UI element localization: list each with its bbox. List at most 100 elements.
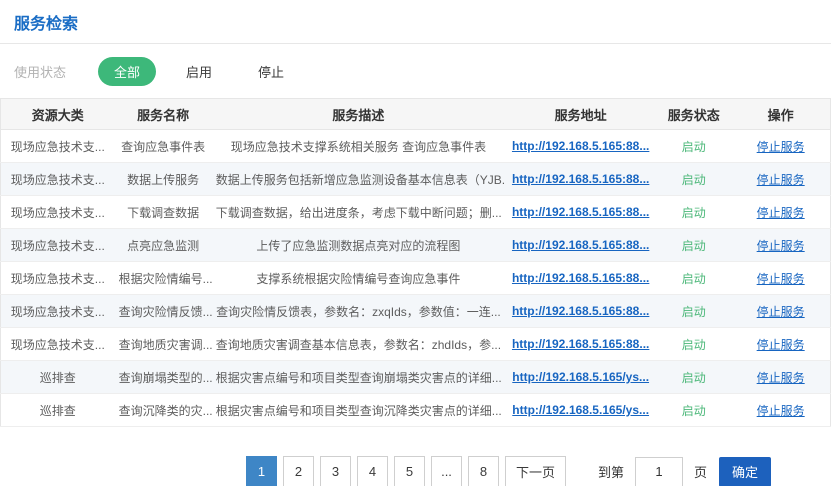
category-cell: 现场应急技术支... [1,196,115,229]
service-address-cell: http://192.168.5.165/ys... [505,394,656,427]
service-url-link[interactable]: http://192.168.5.165:88... [512,304,649,318]
category-cell: 巡排查 [1,394,115,427]
confirm-button[interactable]: 确定 [719,457,771,486]
stop-service-link[interactable]: 停止服务 [757,239,805,253]
service-address-cell: http://192.168.5.165:88... [505,295,656,328]
table-row: 巡排查查询崩塌类型的...根据灾害点编号和项目类型查询崩塌类灾害点的详细... h… [1,361,831,394]
filter-option-stopped[interactable]: 停止 [242,57,300,86]
name-cell: 下载调查数据 [115,196,212,229]
stop-service-link[interactable]: 停止服务 [757,272,805,286]
action-cell: 停止服务 [731,130,830,163]
description-cell: 查询灾险情反馈表，参数名：zxqIds，参数值：一连... [212,295,505,328]
page-header: 服务检索 [0,0,831,44]
column-header-name: 服务名称 [115,99,212,130]
description-cell: 现场应急技术支撑系统相关服务 查询应急事件表 [212,130,505,163]
jump-prefix-label: 到第 [598,462,624,481]
table-row: 现场应急技术支...查询灾险情反馈...查询灾险情反馈表，参数名：zxqIds，… [1,295,831,328]
status-cell: 启动 [656,163,731,196]
status-cell: 启动 [656,361,731,394]
service-address-cell: http://192.168.5.165:88... [505,163,656,196]
name-cell: 查询灾险情反馈... [115,295,212,328]
filter-option-all[interactable]: 全部 [98,57,156,86]
category-cell: 现场应急技术支... [1,262,115,295]
service-address-cell: http://192.168.5.165:88... [505,328,656,361]
name-cell: 查询崩塌类型的... [115,361,212,394]
service-address-cell: http://192.168.5.165:88... [505,229,656,262]
action-cell: 停止服务 [731,229,830,262]
description-cell: 查询地质灾害调查基本信息表，参数名：zhdIds，参... [212,328,505,361]
status-cell: 启动 [656,328,731,361]
page-button-3[interactable]: 3 [320,456,351,486]
service-url-link[interactable]: http://192.168.5.165/ys... [512,403,649,417]
status-cell: 启动 [656,196,731,229]
filter-bar: 使用状态 全部 启用 停止 [0,44,831,98]
stop-service-link[interactable]: 停止服务 [757,305,805,319]
service-address-cell: http://192.168.5.165:88... [505,196,656,229]
action-cell: 停止服务 [731,163,830,196]
column-header-category: 资源大类 [1,99,115,130]
category-cell: 现场应急技术支... [1,130,115,163]
service-url-link[interactable]: http://192.168.5.165:88... [512,139,649,153]
table-row: 现场应急技术支...数据上传服务数据上传服务包括新增应急监测设备基本信息表（YJ… [1,163,831,196]
action-cell: 停止服务 [731,262,830,295]
category-cell: 现场应急技术支... [1,229,115,262]
description-cell: 根据灾害点编号和项目类型查询崩塌类灾害点的详细... [212,361,505,394]
service-table: 资源大类 服务名称 服务描述 服务地址 服务状态 操作 现场应急技术支...查询… [0,98,831,427]
description-cell: 下载调查数据，给出进度条，考虑下载中断问题；删... [212,196,505,229]
service-url-link[interactable]: http://192.168.5.165/ys... [512,370,649,384]
page-title: 服务检索 [14,16,78,33]
description-cell: 上传了应急监测数据点亮对应的流程图 [212,229,505,262]
description-cell: 支撑系统根据灾险情编号查询应急事件 [212,262,505,295]
page-buttons: 12345...8 [246,456,505,486]
stop-service-link[interactable]: 停止服务 [757,173,805,187]
stop-service-link[interactable]: 停止服务 [757,404,805,418]
name-cell: 查询地质灾害调... [115,328,212,361]
name-cell: 查询沉降类的灾... [115,394,212,427]
service-url-link[interactable]: http://192.168.5.165:88... [512,337,649,351]
stop-service-link[interactable]: 停止服务 [757,338,805,352]
service-address-cell: http://192.168.5.165/ys... [505,361,656,394]
table-row: 现场应急技术支...点亮应急监测上传了应急监测数据点亮对应的流程图 http://… [1,229,831,262]
next-page-button[interactable]: 下一页 [505,456,566,486]
category-cell: 现场应急技术支... [1,163,115,196]
service-url-link[interactable]: http://192.168.5.165:88... [512,172,649,186]
action-cell: 停止服务 [731,196,830,229]
status-cell: 启动 [656,295,731,328]
service-url-link[interactable]: http://192.168.5.165:88... [512,238,649,252]
page-button-2[interactable]: 2 [283,456,314,486]
page-ellipsis[interactable]: ... [431,456,462,486]
table-row: 现场应急技术支...查询地质灾害调...查询地质灾害调查基本信息表，参数名：zh… [1,328,831,361]
stop-service-link[interactable]: 停止服务 [757,206,805,220]
table-row: 巡排查查询沉降类的灾...根据灾害点编号和项目类型查询沉降类灾害点的详细... h… [1,394,831,427]
page-button-1[interactable]: 1 [246,456,277,486]
page-jump-input[interactable] [635,457,683,486]
page-button-5[interactable]: 5 [394,456,425,486]
service-url-link[interactable]: http://192.168.5.165:88... [512,205,649,219]
name-cell: 查询应急事件表 [115,130,212,163]
service-url-link[interactable]: http://192.168.5.165:88... [512,271,649,285]
name-cell: 点亮应急监测 [115,229,212,262]
jump-suffix-label: 页 [694,462,707,481]
column-header-status: 服务状态 [656,99,731,130]
action-cell: 停止服务 [731,295,830,328]
name-cell: 数据上传服务 [115,163,212,196]
status-cell: 启动 [656,394,731,427]
table-header: 资源大类 服务名称 服务描述 服务地址 服务状态 操作 [1,99,831,130]
stop-service-link[interactable]: 停止服务 [757,140,805,154]
filter-option-enabled[interactable]: 启用 [170,57,228,86]
description-cell: 数据上传服务包括新增应急监测设备基本信息表（YJB... [212,163,505,196]
status-cell: 启动 [656,130,731,163]
page-button-8[interactable]: 8 [468,456,499,486]
category-cell: 巡排查 [1,361,115,394]
name-cell: 根据灾险情编号... [115,262,212,295]
column-header-description: 服务描述 [212,99,505,130]
column-header-address: 服务地址 [505,99,656,130]
description-cell: 根据灾害点编号和项目类型查询沉降类灾害点的详细... [212,394,505,427]
stop-service-link[interactable]: 停止服务 [757,371,805,385]
service-address-cell: http://192.168.5.165:88... [505,130,656,163]
page-button-4[interactable]: 4 [357,456,388,486]
action-cell: 停止服务 [731,328,830,361]
service-address-cell: http://192.168.5.165:88... [505,262,656,295]
table-row: 现场应急技术支...下载调查数据下载调查数据，给出进度条，考虑下载中断问题；删.… [1,196,831,229]
table-row: 现场应急技术支...根据灾险情编号...支撑系统根据灾险情编号查询应急事件 htt… [1,262,831,295]
